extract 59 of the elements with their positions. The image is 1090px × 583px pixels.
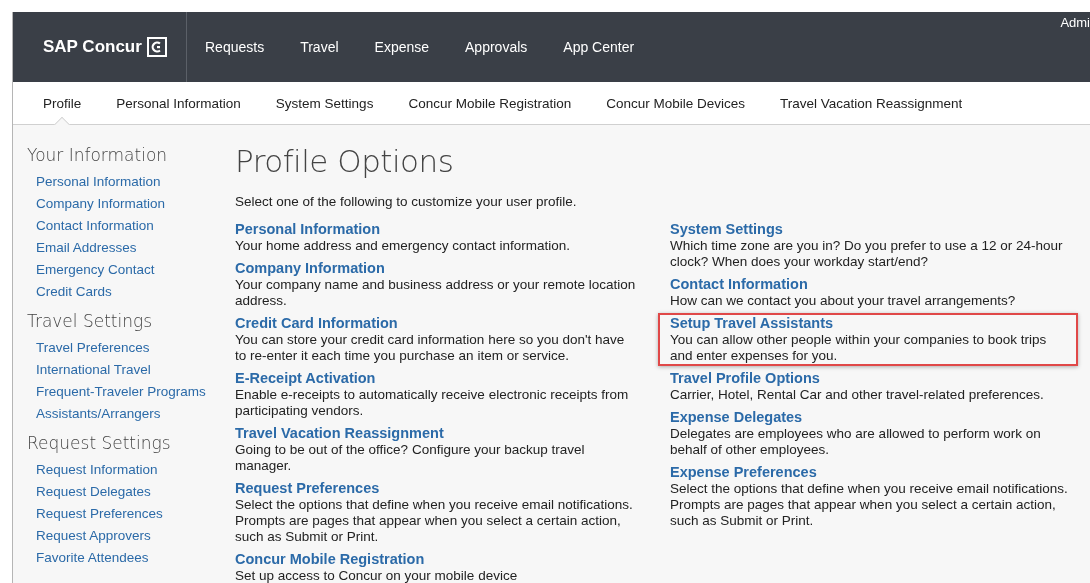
option-description: Your company name and business address or your remote location address. bbox=[235, 277, 637, 309]
option-description: Select the options that define when you receive email notifications. Prompts are pages that appear when you select a certain action, such as Submit or Print. bbox=[235, 497, 634, 545]
section-heading: Travel Settings bbox=[27, 311, 153, 331]
sidebar-link[interactable]: Company Information bbox=[36, 193, 166, 215]
option-link[interactable]: Expense Preferences bbox=[670, 464, 817, 481]
sidebar-link[interactable]: Email Addresses bbox=[36, 237, 137, 259]
tab[interactable]: Personal Information bbox=[116, 82, 241, 125]
option-description: You can store your credit card information here so you don't have to re-enter it each time you purchase an item or service. bbox=[235, 332, 626, 364]
tab[interactable]: Concur Mobile Registration bbox=[408, 82, 572, 125]
option-description: Your home address and emergency contact information. bbox=[235, 238, 570, 254]
option-link[interactable]: Travel Profile Options bbox=[670, 370, 820, 387]
option-description: You can allow other people within your companies to book trips and enter expenses for you. bbox=[670, 332, 1048, 364]
brand-name[interactable]: SAP Concur bbox=[43, 37, 142, 57]
option-link[interactable]: System Settings bbox=[670, 221, 783, 238]
sidebar-link[interactable]: Personal Information bbox=[36, 171, 161, 193]
sidebar-link[interactable]: Contact Information bbox=[36, 215, 154, 237]
tab[interactable]: Concur Mobile Devices bbox=[606, 82, 746, 125]
intro-text: Select one of the following to customize your user profile. bbox=[235, 194, 578, 209]
option-link[interactable]: Request Preferences bbox=[235, 480, 380, 497]
option-link[interactable]: Contact Information bbox=[670, 276, 808, 293]
nav-link[interactable]: App Center bbox=[563, 39, 653, 55]
option-description: Select the options that define when you receive email notifications. Prompts are pages that appear when you select a certain action, such as Submit or Print. bbox=[670, 481, 1068, 529]
option-link[interactable]: Credit Card Information bbox=[235, 315, 398, 332]
nav-link[interactable]: Approvals bbox=[465, 39, 546, 55]
option-description: Set up access to Concur on your mobile device bbox=[235, 568, 518, 583]
option-link[interactable]: Company Information bbox=[235, 260, 385, 277]
section-heading: Request Settings bbox=[27, 433, 171, 453]
sidebar-link[interactable]: Request Information bbox=[36, 459, 158, 481]
nav-link[interactable]: Requests bbox=[205, 39, 283, 55]
option-link[interactable]: E-Receipt Activation bbox=[235, 370, 376, 387]
sidebar-link[interactable]: Travel Preferences bbox=[36, 337, 150, 359]
user-name[interactable]: Admi bbox=[1060, 15, 1090, 30]
sidebar-link[interactable]: Frequent-Traveler Programs bbox=[36, 381, 206, 403]
sidebar-link[interactable]: Credit Cards bbox=[36, 281, 112, 303]
nav-link[interactable]: Expense bbox=[374, 39, 448, 55]
option-link[interactable]: Personal Information bbox=[235, 221, 381, 238]
option-description: Going to be out of the office? Configure your backup travel manager. bbox=[235, 442, 586, 474]
tab[interactable]: Travel Vacation Reassignment bbox=[780, 82, 963, 125]
sidebar-link[interactable]: International Travel bbox=[36, 359, 151, 381]
sidebar-link[interactable]: Request Approvers bbox=[36, 525, 151, 547]
option-description: Carrier, Hotel, Rental Car and other travel-related preferences. bbox=[670, 387, 1044, 403]
nav-link[interactable]: Travel bbox=[300, 39, 357, 55]
option-link[interactable]: Concur Mobile Registration bbox=[235, 551, 425, 568]
option-description: How can we contact you about your travel arrangements? bbox=[670, 293, 1016, 309]
option-description: Which time zone are you in? Do you prefer to use a 12 or 24-hour clock? When does your workday start/end? bbox=[670, 238, 1064, 270]
sidebar-link[interactable]: Assistants/Arrangers bbox=[36, 403, 161, 425]
option-link[interactable]: Travel Vacation Reassignment bbox=[235, 425, 444, 442]
logo-icon bbox=[146, 37, 167, 57]
option-description: Enable e-receipts to automatically receive electronic receipts from participating vendors. bbox=[235, 387, 630, 419]
page-title: Profile Options bbox=[235, 143, 454, 179]
section-heading: Your Information bbox=[27, 145, 168, 165]
option-description: Delegates are employees who are allowed to perform work on behalf of other employees. bbox=[670, 426, 1042, 458]
tab[interactable]: System Settings bbox=[275, 82, 374, 125]
sidebar-link[interactable]: Favorite Attendees bbox=[36, 547, 149, 569]
option-link[interactable]: Setup Travel Assistants bbox=[670, 315, 834, 332]
sidebar-link[interactable]: Request Preferences bbox=[36, 503, 163, 525]
option-link[interactable]: Expense Delegates bbox=[670, 409, 803, 426]
sidebar-link[interactable]: Request Delegates bbox=[36, 481, 151, 503]
sidebar-link[interactable]: Emergency Contact bbox=[36, 259, 155, 281]
